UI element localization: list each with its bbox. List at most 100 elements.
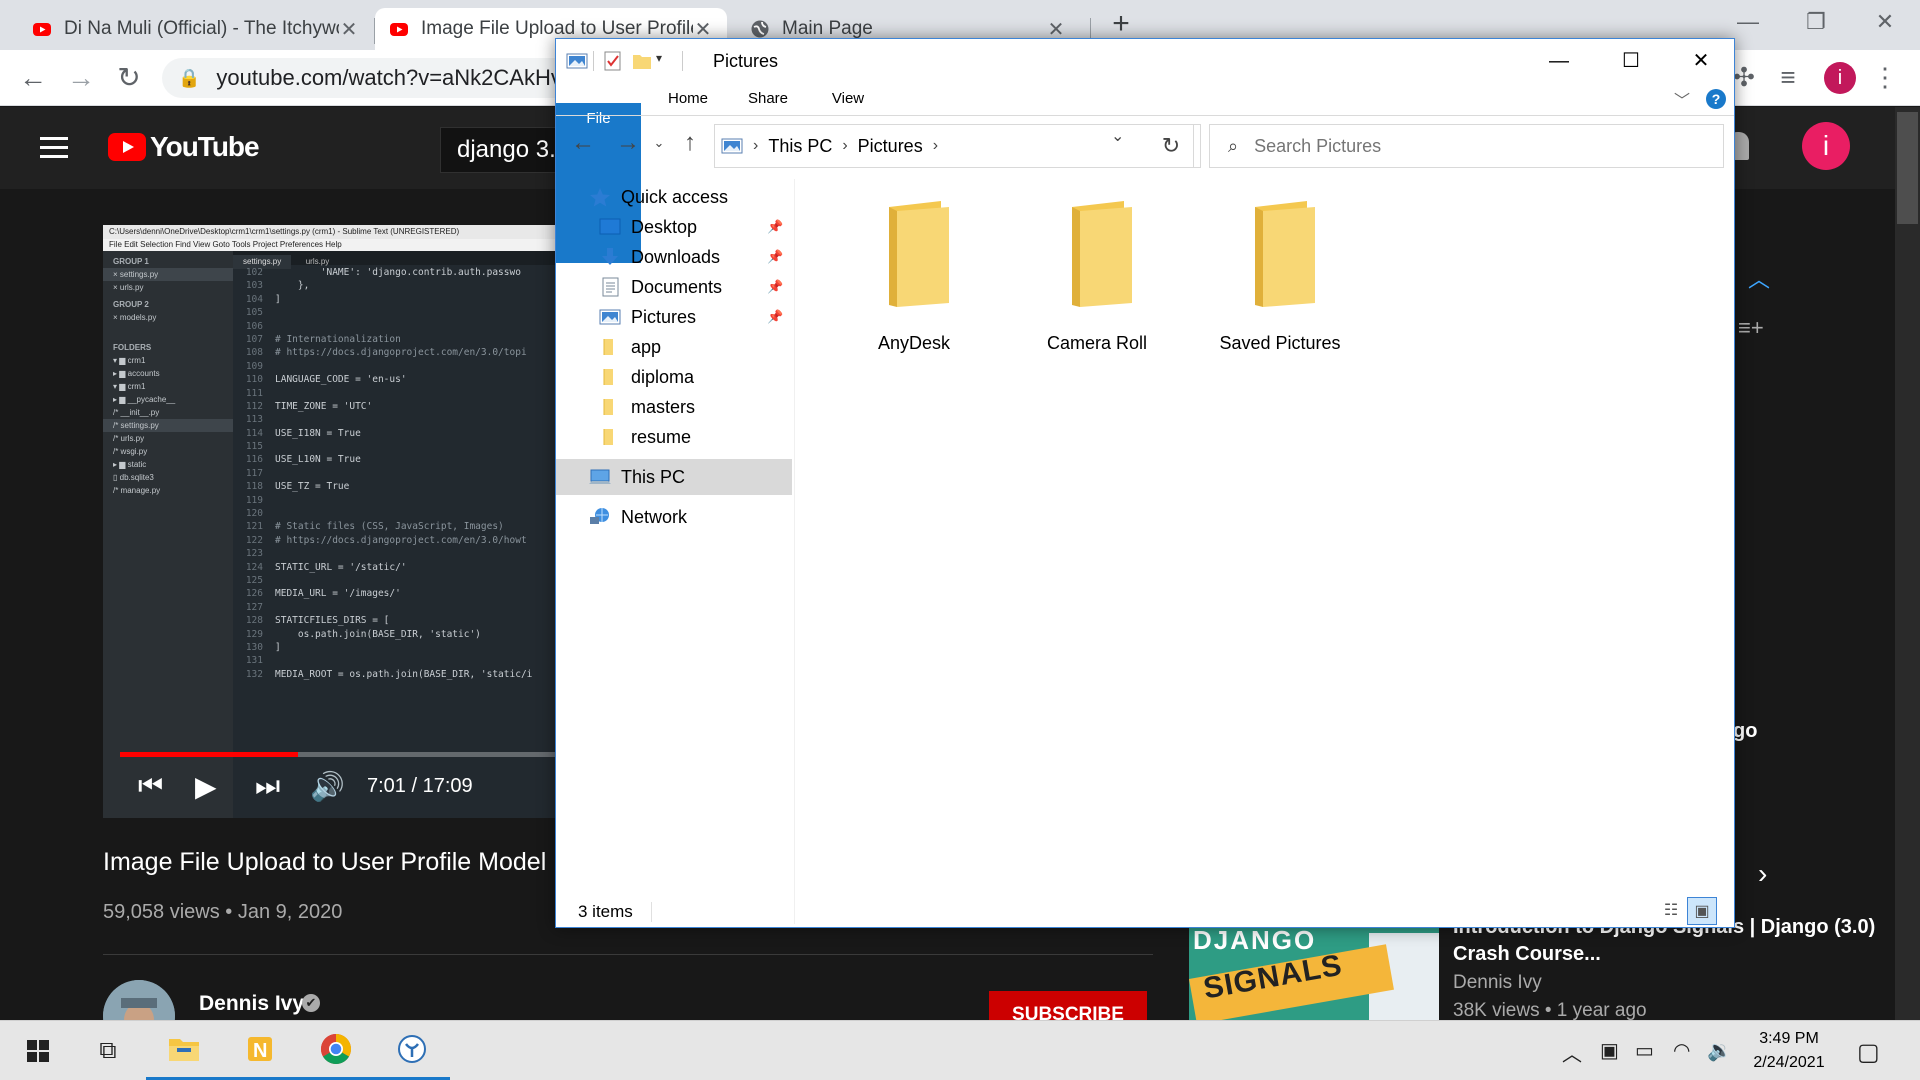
pin-icon[interactable]: 📌 — [767, 309, 783, 325]
line-number: 132 — [245, 668, 263, 680]
nav-item-label: This PC — [621, 466, 686, 487]
browser-tab-1[interactable]: Di Na Muli (Official) - The Itchyworms ✕ — [18, 8, 373, 50]
recommended-meta: 38K views • 1 year ago — [1453, 1000, 1647, 1021]
tab-view[interactable]: View — [808, 83, 888, 115]
file-item[interactable]: AnyDesk — [839, 199, 989, 359]
address-bar[interactable]: › This PC › Pictures › — [714, 124, 1201, 168]
new-tab-button[interactable]: + — [1105, 8, 1137, 40]
show-hidden-icons-icon[interactable]: ︿ — [1562, 1038, 1582, 1067]
volume-icon[interactable]: 🔊 — [310, 770, 345, 803]
browser-profile-avatar[interactable]: i — [1824, 62, 1856, 94]
system-clock[interactable]: 3:49 PM 2/24/2021 — [1734, 1027, 1844, 1075]
refresh-icon[interactable]: ↻ — [1149, 124, 1194, 168]
restore-icon[interactable]: ❐ — [1786, 0, 1846, 44]
close-icon[interactable]: ✕ — [1666, 39, 1736, 83]
play-icon[interactable]: ▶ — [195, 770, 217, 803]
new-folder-icon[interactable] — [631, 51, 653, 71]
code-text: TIME_ZONE = 'UTC' — [275, 400, 373, 412]
address-history-icon[interactable]: ⌄ — [1111, 126, 1124, 146]
youtube-logo[interactable]: YouTube — [108, 131, 260, 163]
breadcrumb-this-pc[interactable]: This PC — [768, 136, 832, 157]
recommended-thumbnail[interactable]: DJANGO SIGNALS — [1189, 925, 1439, 1021]
customize-toolbar-icon[interactable]: ▾ — [656, 51, 678, 71]
page-scrollbar-thumb[interactable] — [1897, 112, 1918, 224]
breadcrumb-chevron-icon[interactable]: › — [753, 137, 758, 155]
details-view-icon[interactable]: ☷ — [1656, 897, 1686, 925]
code-line: 118 USE_TZ = True — [233, 481, 555, 494]
window-title: Pictures — [713, 51, 779, 71]
clock-time: 3:49 PM — [1759, 1030, 1819, 1047]
wifi-icon[interactable]: ◠ — [1673, 1038, 1690, 1063]
breadcrumb-chevron-icon[interactable]: › — [842, 137, 847, 155]
up-icon[interactable]: ↑ — [675, 128, 705, 158]
close-window-icon[interactable]: ✕ — [1855, 0, 1915, 44]
maximize-icon[interactable]: ☐ — [1596, 39, 1666, 83]
folder-icon — [1255, 201, 1315, 307]
line-number: 108 — [245, 347, 263, 359]
nav-item-network[interactable]: Network — [556, 499, 792, 535]
nav-item-this-pc[interactable]: This PC — [556, 459, 792, 495]
search-input[interactable] — [1254, 135, 1675, 157]
add-to-queue-icon[interactable]: ≡+ — [1738, 315, 1764, 341]
tab-share[interactable]: Share — [728, 83, 808, 115]
chrome-icon[interactable] — [298, 1021, 374, 1080]
channel-name[interactable]: Dennis Ivy — [199, 992, 304, 1016]
pin-icon[interactable]: 📌 — [767, 249, 783, 265]
back-icon[interactable]: ← — [15, 60, 51, 96]
file-item[interactable]: Saved Pictures — [1205, 199, 1355, 359]
breadcrumb-chevron-icon[interactable]: › — [933, 137, 938, 155]
next-icon[interactable]: ⏭ — [255, 770, 280, 803]
reload-icon[interactable]: ↻ — [111, 60, 147, 96]
recent-locations-icon[interactable]: ⌄ — [644, 128, 674, 158]
meet-now-icon[interactable]: ▣ — [1600, 1038, 1619, 1063]
large-icons-view-icon[interactable]: ▣ — [1687, 897, 1717, 925]
task-view-icon[interactable]: ⧉ — [70, 1021, 146, 1080]
youtube-search-input[interactable]: django 3. — [440, 127, 560, 173]
editor-sidebar-item: ▸ ▆ accounts — [113, 369, 160, 378]
line-number: 129 — [245, 628, 263, 640]
pin-icon[interactable]: 📌 — [767, 279, 783, 295]
page-scrollbar[interactable] — [1895, 107, 1920, 1020]
menu-icon[interactable] — [40, 137, 68, 159]
folder-icon — [599, 367, 631, 387]
search-box[interactable]: ⌕ — [1209, 124, 1724, 168]
minimize-icon[interactable]: — — [1524, 39, 1594, 83]
thumbnail-text: DJANGO — [1193, 925, 1317, 955]
line-number: 119 — [245, 494, 263, 506]
file-item[interactable]: Camera Roll — [1022, 199, 1172, 359]
notifications-icon[interactable]: ▢ — [1857, 1038, 1880, 1067]
code-line: 111 — [233, 388, 555, 401]
chevron-up-icon[interactable]: ︿ — [1748, 262, 1770, 294]
battery-icon[interactable]: ▭ — [1635, 1038, 1654, 1063]
properties-icon[interactable] — [602, 51, 624, 71]
youtube-account-avatar[interactable]: i — [1802, 122, 1850, 170]
expand-ribbon-icon[interactable]: ﹀ — [1674, 87, 1690, 111]
code-text: USE_L10N = True — [275, 454, 361, 466]
chevron-right-icon[interactable]: › — [1758, 858, 1767, 890]
forward-icon[interactable]: → — [63, 60, 99, 96]
line-number: 110 — [245, 374, 263, 386]
editor-sidebar-item: × settings.py — [103, 268, 233, 281]
file-explorer-icon[interactable] — [146, 1021, 222, 1080]
back-icon[interactable]: ← — [568, 128, 598, 158]
help-icon[interactable]: ? — [1706, 89, 1726, 109]
media-control-icon[interactable]: ≡ — [1771, 62, 1805, 93]
tab-home[interactable]: Home — [648, 83, 728, 115]
line-number: 131 — [245, 655, 263, 667]
pin-icon[interactable]: 📌 — [767, 219, 783, 235]
volume-icon[interactable]: 🔉 — [1707, 1038, 1732, 1063]
notepad-icon[interactable]: N — [222, 1021, 298, 1080]
forward-icon[interactable]: → — [613, 128, 643, 158]
start-icon[interactable] — [0, 1021, 76, 1080]
breadcrumb-pictures[interactable]: Pictures — [858, 136, 923, 157]
address-bar[interactable]: 🔒 youtube.com/watch?v=aNk2CAkHvlE — [162, 58, 582, 98]
pictures-icon[interactable] — [566, 51, 588, 71]
nav-item-resume[interactable]: resume — [556, 419, 792, 455]
video-title: Image File Upload to User Profile Model — [103, 848, 547, 876]
close-tab-icon[interactable]: ✕ — [339, 17, 359, 42]
app-icon[interactable] — [374, 1021, 450, 1080]
url-text: youtube.com/watch?v=aNk2CAkHvlE — [216, 65, 582, 90]
video-player[interactable]: C:\Users\denni\OneDrive\Desktop\crm1\crm… — [103, 225, 555, 818]
menu-icon[interactable]: ⋮ — [1868, 62, 1902, 93]
previous-icon[interactable]: ⏮ — [138, 770, 163, 803]
